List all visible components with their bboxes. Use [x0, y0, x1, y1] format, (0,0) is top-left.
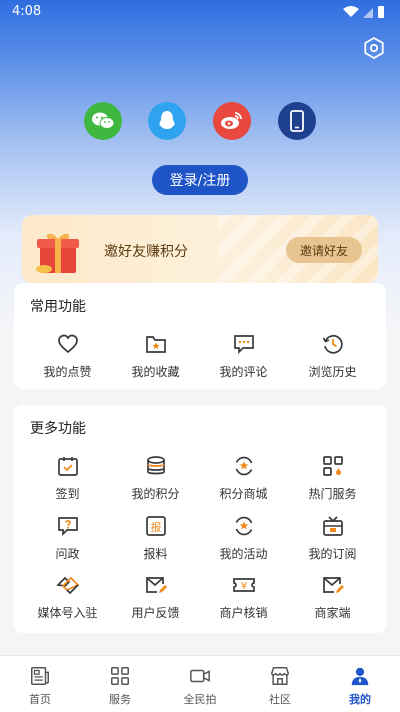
comment-icon — [233, 335, 254, 355]
store-icon — [271, 667, 289, 685]
svg-text:¥: ¥ — [240, 581, 246, 592]
check-in-item[interactable]: 签到 — [21, 454, 114, 504]
points-mall-item[interactable]: 积分商城 — [197, 454, 290, 504]
tv-icon — [322, 516, 343, 536]
my-likes-item[interactable]: 我的点赞 — [21, 332, 114, 382]
item-label: 问政 — [55, 547, 80, 561]
tab-citizen-photo[interactable]: 全民拍 — [160, 665, 240, 707]
mail-icon — [322, 577, 344, 593]
grid-icon — [111, 667, 129, 685]
star-folder-icon — [145, 336, 166, 353]
item-label: 我的活动 — [219, 547, 268, 561]
item-label: 我的积分 — [131, 487, 180, 501]
tab-mine[interactable]: 我的 — [320, 665, 400, 707]
calendar-check-icon — [57, 457, 78, 476]
item-label: 商家端 — [314, 606, 351, 620]
history-icon — [322, 334, 343, 354]
svg-text:报: 报 — [150, 520, 161, 534]
section-title: 常用功能 — [30, 299, 86, 315]
wechat-icon — [92, 112, 115, 129]
video-icon — [190, 669, 210, 683]
item-label: 报料 — [143, 547, 168, 561]
invite-friends-banner[interactable]: 邀好友赚积分 邀请好友 — [22, 215, 378, 283]
tab-community[interactable]: 社区 — [240, 665, 320, 707]
status-bar: 4:08 — [0, 0, 400, 24]
browse-history-item[interactable]: 浏览历史 — [286, 332, 379, 382]
item-label: 我的收藏 — [131, 365, 180, 379]
handshake-icon — [55, 576, 79, 595]
tab-label: 社区 — [269, 693, 291, 706]
tab-label: 服务 — [109, 693, 131, 706]
item-label: 用户反馈 — [131, 606, 180, 620]
coins-icon — [146, 456, 165, 475]
wechat-login-button[interactable] — [84, 102, 122, 140]
item-label: 浏览历史 — [308, 365, 357, 379]
tab-label: 全民拍 — [183, 693, 217, 706]
status-icons — [343, 6, 384, 18]
item-label: 我的点赞 — [43, 365, 92, 379]
tab-label: 我的 — [349, 693, 371, 706]
section-title: 更多功能 — [30, 421, 86, 437]
tab-services[interactable]: 服务 — [80, 665, 160, 707]
question-icon — [57, 517, 78, 537]
item-label: 热门服务 — [308, 487, 357, 501]
popular-services-item[interactable]: 热门服务 — [286, 454, 379, 504]
report-item[interactable]: 报 报料 — [109, 514, 202, 564]
settings-icon[interactable] — [362, 36, 386, 60]
news-icon — [31, 667, 49, 685]
phone-icon — [290, 110, 304, 132]
qq-icon — [159, 111, 175, 129]
status-time: 4:08 — [12, 4, 42, 19]
user-feedback-item[interactable]: 用户反馈 — [109, 573, 202, 623]
item-label: 商户核销 — [219, 606, 268, 620]
my-comments-item[interactable]: 我的评论 — [197, 332, 290, 382]
weibo-login-button[interactable] — [213, 102, 251, 140]
common-functions-card: 常用功能 我的点赞 我的收藏 我的评论 浏览历史 — [14, 283, 386, 389]
merchant-app-item[interactable]: 商家端 — [286, 573, 379, 623]
ticket-icon: ¥ — [232, 578, 255, 592]
weibo-icon — [221, 112, 242, 129]
my-favorites-item[interactable]: 我的收藏 — [109, 332, 202, 382]
mail-edit-icon — [145, 577, 167, 593]
qq-login-button[interactable] — [148, 102, 186, 140]
item-label: 我的订阅 — [308, 547, 357, 561]
login-register-button[interactable]: 登录/注册 — [152, 165, 248, 195]
report-icon: 报 — [145, 516, 166, 536]
phone-login-button[interactable] — [278, 102, 316, 140]
item-label: 我的评论 — [219, 365, 268, 379]
heart-icon — [57, 334, 78, 354]
merchant-verify-item[interactable]: ¥ 商户核销 — [197, 573, 290, 623]
tab-label: 首页 — [29, 693, 51, 706]
item-label: 媒体号入驻 — [37, 606, 98, 620]
item-label: 签到 — [55, 487, 80, 501]
star-refresh-icon — [235, 456, 252, 476]
my-points-item[interactable]: 我的积分 — [109, 454, 202, 504]
activity-icon — [235, 516, 252, 536]
tab-home[interactable]: 首页 — [0, 665, 80, 707]
user-icon — [351, 667, 369, 686]
item-label: 积分商城 — [219, 487, 268, 501]
gift-icon — [36, 233, 79, 273]
my-activities-item[interactable]: 我的活动 — [197, 514, 290, 564]
social-login-row — [0, 102, 400, 142]
invite-text: 邀好友赚积分 — [104, 244, 188, 260]
media-account-item[interactable]: 媒体号入驻 — [21, 573, 114, 623]
invite-friends-button[interactable]: 邀请好友 — [286, 237, 362, 263]
my-subscriptions-item[interactable]: 我的订阅 — [286, 514, 379, 564]
bottom-tab-bar: 首页 服务 全民拍 社区 我的 — [0, 655, 400, 712]
inquiry-item[interactable]: 问政 — [21, 514, 114, 564]
more-functions-card: 更多功能 签到 我的积分 积分商城 热门服务 问政 报 报料 我的活动 我的订阅… — [14, 405, 386, 633]
grid-icon — [322, 456, 343, 476]
